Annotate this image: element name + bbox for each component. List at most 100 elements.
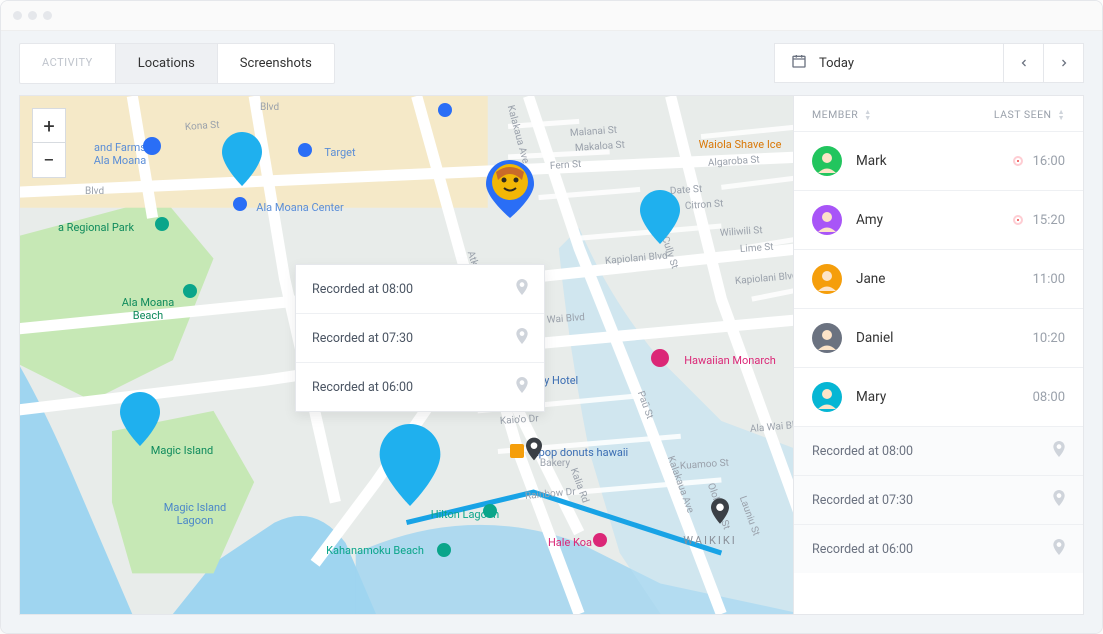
avatar — [812, 146, 842, 176]
poi-label: Target — [324, 146, 355, 159]
poi-marker-icon — [651, 349, 669, 367]
road-label: Lime St — [740, 242, 774, 255]
map-pin-icon[interactable] — [120, 392, 160, 446]
avatar — [812, 323, 842, 353]
poi-label: Magic Island Lagoon — [164, 501, 227, 527]
member-row[interactable]: Daniel 10:20 — [794, 308, 1083, 367]
poi-label: Kahanamoku Beach — [326, 544, 424, 557]
road-label: Fern St — [550, 159, 582, 172]
zoom-control: + − — [32, 108, 66, 178]
member-name: Mark — [856, 153, 887, 169]
poi-marker-icon — [593, 533, 607, 547]
tab-screenshots[interactable]: Screenshots — [218, 44, 334, 83]
record-row[interactable]: Recorded at 06:00 — [296, 363, 544, 411]
date-nav: Today — [774, 43, 1084, 83]
poi-label: Hawaiian Monarch — [684, 354, 776, 367]
pin-icon — [1053, 539, 1065, 559]
date-picker[interactable]: Today — [774, 43, 1004, 83]
tab-locations[interactable]: Locations — [116, 44, 218, 83]
members-list: Mark 16:00 Amy 15:20 Jane 11:00 — [794, 131, 1083, 426]
member-row[interactable]: Mary 08:00 — [794, 367, 1083, 426]
avatar — [812, 205, 842, 235]
member-location-pin[interactable] — [486, 160, 534, 222]
map-pin-icon[interactable] — [640, 190, 680, 244]
browser-frame: ACTIVITY Locations Screenshots Today — [0, 0, 1103, 634]
browser-titlebar — [1, 1, 1102, 31]
content-area: Kona St Blvd Blvd Kapiolani Blvd Kapiola… — [1, 95, 1102, 633]
map-pin-icon[interactable] — [222, 132, 262, 186]
member-lastseen: 08:00 — [1033, 390, 1065, 405]
date-prev-button[interactable] — [1004, 43, 1044, 83]
records-popup: Recorded at 08:00 Recorded at 07:30 Reco… — [295, 264, 545, 412]
member-row[interactable]: Jane 11:00 — [794, 249, 1083, 308]
member-row[interactable]: Mark 16:00 — [794, 131, 1083, 190]
poi-marker-icon — [298, 143, 312, 157]
record-label: Recorded at 06:00 — [312, 380, 413, 395]
window-dot — [13, 11, 22, 20]
record-row[interactable]: Recorded at 07:30 — [296, 314, 544, 363]
topbar: ACTIVITY Locations Screenshots Today — [1, 31, 1102, 95]
record-label: Recorded at 08:00 — [312, 282, 413, 297]
poi-label: WAIKIKI — [683, 534, 736, 547]
member-lastseen: 16:00 — [1033, 154, 1065, 169]
pin-icon — [516, 279, 528, 299]
sidebar-record-row[interactable]: Recorded at 07:30 — [794, 475, 1083, 524]
poi-label: Bakery — [540, 458, 570, 469]
member-lastseen: 15:20 — [1033, 213, 1065, 228]
poi-marker-icon — [438, 103, 452, 117]
poi-marker-icon — [183, 284, 197, 298]
map-pin-icon[interactable] — [379, 424, 441, 506]
sort-icon: ▲▼ — [864, 109, 871, 121]
date-next-button[interactable] — [1044, 43, 1084, 83]
col-lastseen[interactable]: LAST SEEN ▲▼ — [994, 108, 1065, 121]
calendar-icon — [791, 53, 807, 73]
poi-label: and Farms Ala Moana — [94, 141, 146, 167]
member-name: Amy — [856, 212, 883, 228]
poi-marker-icon — [437, 543, 451, 557]
pin-icon — [516, 377, 528, 397]
col-member-label: MEMBER — [812, 108, 858, 121]
view-tabs: ACTIVITY Locations Screenshots — [19, 43, 335, 84]
sidebar-record-row[interactable]: Recorded at 06:00 — [794, 524, 1083, 573]
route-endpoint-pin-icon — [711, 498, 729, 524]
poi-marker-icon — [155, 217, 169, 231]
window-dot — [43, 11, 52, 20]
pin-icon — [1053, 490, 1065, 510]
poi-label: Ala Moana Center — [256, 201, 343, 214]
col-lastseen-label: LAST SEEN — [994, 108, 1052, 121]
poi-marker-icon — [510, 444, 524, 458]
window-dot — [28, 11, 37, 20]
road-label: Blvd — [260, 102, 279, 113]
member-row[interactable]: Amy 15:20 — [794, 190, 1083, 249]
sidebar-header: MEMBER ▲▼ LAST SEEN ▲▼ — [794, 96, 1083, 131]
pin-icon — [1053, 441, 1065, 461]
sidebar-record-row[interactable]: Recorded at 08:00 — [794, 427, 1083, 475]
road-label: Blvd — [85, 186, 104, 197]
sort-icon: ▲▼ — [1058, 109, 1065, 121]
members-sidebar: MEMBER ▲▼ LAST SEEN ▲▼ Mark 16:00 — [794, 95, 1084, 615]
tab-activity[interactable]: ACTIVITY — [20, 44, 116, 83]
poi-label: Waiola Shave Ice — [699, 138, 782, 151]
record-label: Recorded at 08:00 — [812, 444, 913, 459]
member-name: Mary — [856, 389, 886, 405]
zoom-in-button[interactable]: + — [33, 109, 65, 143]
poi-label: a Regional Park — [58, 221, 134, 234]
poi-label: Magic Island — [151, 444, 214, 457]
zoom-out-button[interactable]: − — [33, 143, 65, 177]
record-label: Recorded at 07:30 — [312, 331, 413, 346]
sidebar-records: Recorded at 08:00 Recorded at 07:30 Reco… — [794, 426, 1083, 573]
record-label: Recorded at 06:00 — [812, 542, 913, 557]
col-member[interactable]: MEMBER ▲▼ — [812, 108, 872, 121]
member-lastseen: 11:00 — [1033, 272, 1065, 287]
app-shell: ACTIVITY Locations Screenshots Today — [1, 31, 1102, 633]
record-row[interactable]: Recorded at 08:00 — [296, 265, 544, 314]
member-name: Daniel — [856, 330, 893, 346]
record-label: Recorded at 07:30 — [812, 493, 913, 508]
avatar — [812, 382, 842, 412]
poi-marker-icon — [233, 197, 247, 211]
pin-icon — [516, 328, 528, 348]
poi-marker-icon — [483, 504, 497, 518]
avatar — [812, 264, 842, 294]
date-label: Today — [819, 56, 854, 71]
map[interactable]: Kona St Blvd Blvd Kapiolani Blvd Kapiola… — [19, 95, 794, 615]
